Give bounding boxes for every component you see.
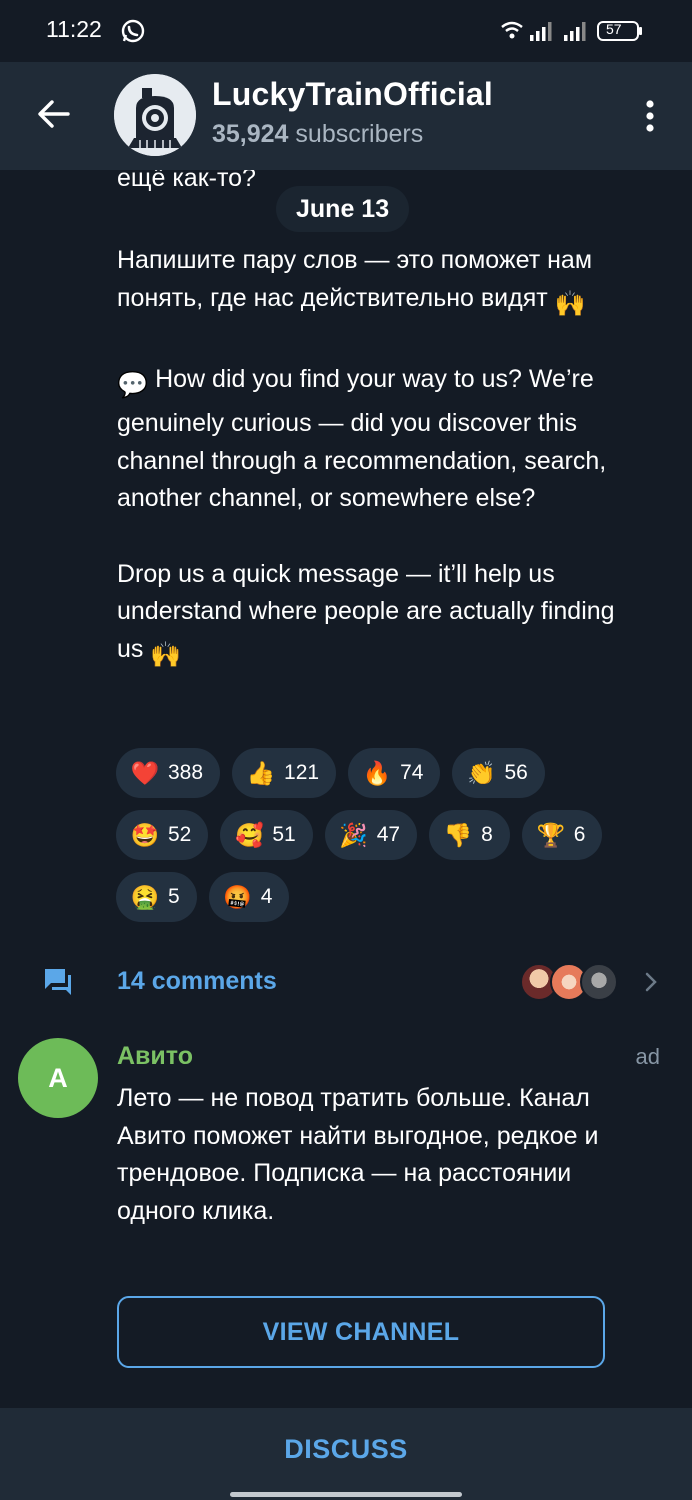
heart-icon: ❤️ <box>130 759 160 786</box>
status-bar: 11:22 57 <box>0 0 692 62</box>
reaction-chip[interactable]: ❤️ 388 <box>116 748 221 798</box>
message-ru: Напишите пару слов — это поможет нам пон… <box>117 246 593 312</box>
raising-hands-icon: 🙌 <box>150 641 182 669</box>
reaction-chip[interactable]: 🥰 51 <box>220 810 313 860</box>
reactions: ❤️ 388 👍 121 🔥 74 👏 56 🤩 52 🥰 51 🎉 47 👎 … <box>116 748 636 934</box>
date-separator: June 13 <box>276 186 410 232</box>
thumbs-down-icon: 👎 <box>443 821 473 848</box>
comments-count: 14 comments <box>117 967 277 995</box>
home-indicator[interactable] <box>230 1492 462 1497</box>
chat-header: LuckyTrainOfficial 35,924 subscribers <box>0 62 692 170</box>
status-time: 11:22 <box>46 16 102 42</box>
reaction-chip[interactable]: 🤮 5 <box>116 872 197 922</box>
whatsapp-icon <box>120 18 146 44</box>
view-channel-button[interactable]: VIEW CHANNEL <box>117 1296 605 1368</box>
channel-avatar[interactable] <box>114 74 196 156</box>
message-en-question: How did you find your way to us? We’re g… <box>117 365 607 513</box>
ad-channel-name[interactable]: Авито <box>117 1042 193 1071</box>
bottom-bar: DISCUSS <box>0 1408 692 1500</box>
commenter-avatar <box>580 963 618 1001</box>
partial-message-line: ещё как-то? <box>117 170 256 192</box>
train-logo-icon <box>114 74 196 156</box>
back-arrow-icon[interactable] <box>34 94 74 134</box>
chevron-right-icon <box>644 971 658 993</box>
smiling-hearts-icon: 🥰 <box>235 821 264 848</box>
wifi-icon <box>501 21 523 39</box>
fire-icon: 🔥 <box>362 759 392 786</box>
party-popper-icon: 🎉 <box>339 821 369 848</box>
comments-icon <box>42 966 74 998</box>
reaction-chip[interactable]: 👏 56 <box>452 748 545 798</box>
raising-hands-icon: 🙌 <box>554 289 586 318</box>
reaction-count: 6 <box>573 823 586 846</box>
reaction-count: 47 <box>376 823 401 846</box>
reaction-chip[interactable]: 🤬 4 <box>208 872 290 922</box>
reaction-count: 51 <box>272 823 296 846</box>
reaction-chip[interactable]: 🏆 6 <box>521 810 603 860</box>
ad-text: Лето — не повод тратить больше. Канал Ав… <box>117 1084 599 1226</box>
subscriber-count: 35,924 subscribers <box>212 120 424 148</box>
thumbs-up-icon: 👍 <box>246 759 276 786</box>
vomiting-face-icon: 🤮 <box>130 883 160 910</box>
discuss-button[interactable]: DISCUSS <box>0 1434 692 1465</box>
reaction-count: 74 <box>400 761 424 784</box>
clap-icon: 👏 <box>467 759 496 786</box>
comments-link[interactable]: 14 comments <box>0 950 692 1014</box>
status-icons: 57 <box>500 19 650 43</box>
reaction-count: 56 <box>504 761 528 784</box>
ad-avatar[interactable]: A <box>18 1038 98 1118</box>
more-options-icon[interactable] <box>642 96 658 136</box>
trophy-icon: 🏆 <box>536 821 566 848</box>
signal-icon-1 <box>530 22 552 41</box>
battery-level: 57 <box>606 21 622 37</box>
reaction-count: 4 <box>260 885 273 908</box>
channel-title[interactable]: LuckyTrainOfficial <box>212 76 493 113</box>
reaction-count: 388 <box>168 761 204 784</box>
ad-label[interactable]: ad <box>636 1044 660 1070</box>
reaction-chip[interactable]: 🤩 52 <box>116 810 209 860</box>
reaction-count: 121 <box>284 761 320 784</box>
chat-area[interactable]: ещё как-то? June 13 Напишите пару слов —… <box>0 170 692 1408</box>
message-en-cta: Drop us a quick message — it’ll help us … <box>117 559 615 663</box>
reaction-count: 5 <box>168 885 180 908</box>
reaction-count: 8 <box>481 823 493 846</box>
star-struck-icon: 🤩 <box>130 821 160 848</box>
reaction-chip[interactable]: 👍 121 <box>232 748 337 798</box>
reaction-count: 52 <box>168 823 192 846</box>
reaction-chip[interactable]: 👎 8 <box>429 810 510 860</box>
message-text: Напишите пару слов — это поможет нам пон… <box>117 242 637 712</box>
signal-icon-2 <box>564 22 586 41</box>
cursing-face-icon: 🤬 <box>223 883 252 910</box>
reaction-chip[interactable]: 🔥 74 <box>348 748 441 798</box>
speech-bubble-icon: 💬 <box>117 371 149 400</box>
reaction-chip[interactable]: 🎉 47 <box>324 810 418 860</box>
